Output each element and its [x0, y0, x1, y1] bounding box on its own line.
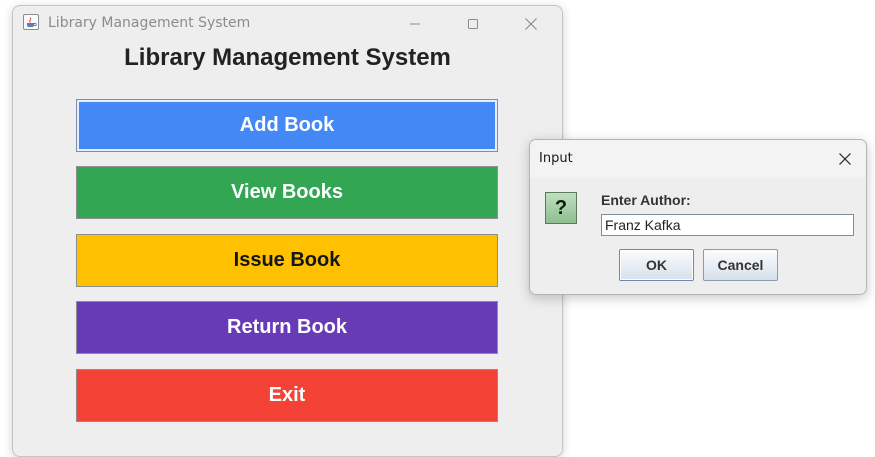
author-prompt-label: Enter Author:	[601, 192, 691, 208]
return-book-button[interactable]: Return Book	[76, 301, 498, 354]
add-book-button[interactable]: Add Book	[76, 99, 498, 152]
input-dialog: Input ? Enter Author: OK Cancel	[529, 139, 867, 295]
title-bar[interactable]: Library Management System	[13, 6, 562, 42]
window-title: Library Management System	[48, 15, 251, 31]
dialog-title-bar[interactable]: Input	[530, 140, 866, 178]
issue-book-button[interactable]: Issue Book	[76, 234, 498, 287]
dialog-close-button[interactable]	[830, 146, 860, 172]
maximize-icon	[468, 19, 478, 29]
java-app-icon	[23, 14, 39, 30]
minimize-icon	[410, 23, 420, 25]
close-button[interactable]	[511, 10, 551, 38]
dialog-title: Input	[539, 151, 573, 166]
exit-button[interactable]: Exit	[76, 369, 498, 422]
page-title: Library Management System	[124, 44, 451, 71]
view-books-button[interactable]: View Books	[76, 166, 498, 219]
minimize-button[interactable]	[395, 10, 435, 38]
maximize-button[interactable]	[453, 10, 493, 38]
cancel-button[interactable]: Cancel	[703, 249, 778, 281]
close-icon	[839, 153, 851, 165]
question-icon: ?	[545, 192, 577, 224]
main-window: Library Management System Library Manage…	[12, 5, 563, 457]
ok-button[interactable]: OK	[619, 249, 694, 281]
author-input[interactable]	[601, 214, 854, 236]
close-icon	[525, 18, 537, 30]
